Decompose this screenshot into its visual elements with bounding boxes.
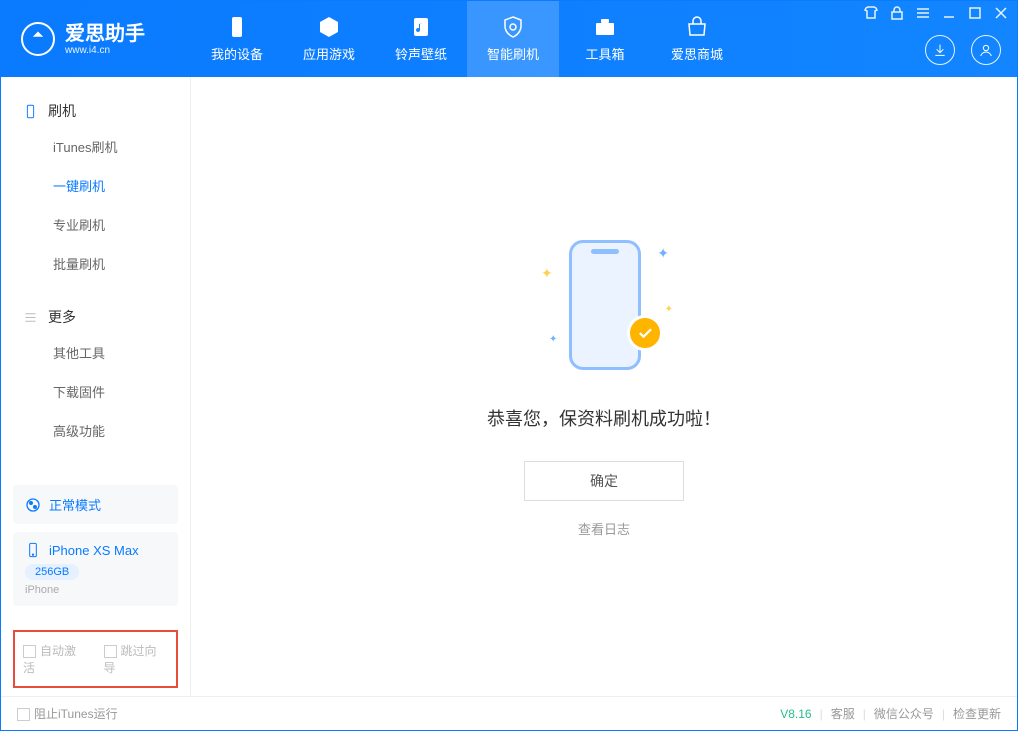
- checkbox-skip-guide[interactable]: 跳过向导: [104, 642, 169, 676]
- tab-label: 智能刷机: [487, 44, 539, 63]
- download-button[interactable]: [925, 35, 955, 65]
- toolbox-icon: [593, 15, 617, 39]
- tab-label: 爱思商城: [671, 44, 723, 63]
- app-site: www.i4.cn: [65, 45, 145, 56]
- checkbox-auto-activate[interactable]: 自动激活: [23, 642, 88, 676]
- phone-icon: [225, 15, 249, 39]
- sidebar-section-title: 更多: [48, 307, 76, 327]
- checkmark-badge-icon: [627, 315, 663, 351]
- device-name: iPhone XS Max: [49, 543, 139, 558]
- refresh-shield-icon: [501, 15, 525, 39]
- logo-area: 爱思助手 www.i4.cn: [1, 22, 191, 56]
- sidebar-item-oneclick-flash[interactable]: 一键刷机: [1, 166, 190, 205]
- header-right-buttons: [925, 35, 1001, 65]
- success-message: 恭喜您，保资料刷机成功啦！: [487, 405, 721, 431]
- tab-label: 我的设备: [211, 44, 263, 63]
- tab-label: 铃声壁纸: [395, 44, 447, 63]
- tab-label: 工具箱: [585, 44, 624, 63]
- sidebar-item-pro-flash[interactable]: 专业刷机: [1, 205, 190, 244]
- tshirt-icon[interactable]: [863, 5, 879, 21]
- app-window: 爱思助手 www.i4.cn 我的设备 应用游戏 铃声壁纸 智能刷机: [0, 0, 1018, 731]
- close-icon[interactable]: [993, 5, 1009, 21]
- sidebar-head-flash: 刷机: [1, 95, 190, 127]
- body: 刷机 iTunes刷机 一键刷机 专业刷机 批量刷机 更多 其他工具 下载固件 …: [1, 77, 1017, 696]
- tab-store[interactable]: 爱思商城: [651, 1, 743, 77]
- list-icon: [23, 310, 38, 325]
- sidebar-item-download-firmware[interactable]: 下载固件: [1, 372, 190, 411]
- link-support[interactable]: 客服: [831, 705, 855, 722]
- sidebar-section-more: 更多 其他工具 下载固件 高级功能: [1, 283, 190, 450]
- tab-apps-games[interactable]: 应用游戏: [283, 1, 375, 77]
- ok-button[interactable]: 确定: [524, 461, 684, 501]
- sparkle-icon: ✦: [657, 245, 669, 262]
- tab-smart-flash[interactable]: 智能刷机: [467, 1, 559, 77]
- tab-label: 应用游戏: [303, 44, 355, 63]
- tab-toolbox[interactable]: 工具箱: [559, 1, 651, 77]
- sidebar-item-advanced[interactable]: 高级功能: [1, 411, 190, 450]
- sidebar-item-batch-flash[interactable]: 批量刷机: [1, 244, 190, 283]
- sidebar-head-more: 更多: [1, 301, 190, 333]
- link-check-update[interactable]: 检查更新: [953, 705, 1001, 722]
- lock-icon[interactable]: [889, 5, 905, 21]
- menu-icon[interactable]: [915, 5, 931, 21]
- mode-label: 正常模式: [49, 495, 101, 514]
- tab-my-device[interactable]: 我的设备: [191, 1, 283, 77]
- top-tabs: 我的设备 应用游戏 铃声壁纸 智能刷机 工具箱 爱思商城: [191, 1, 743, 77]
- music-note-icon: [409, 15, 433, 39]
- success-illustration: ✦ ✦ ✦ ✦: [539, 235, 669, 375]
- sidebar: 刷机 iTunes刷机 一键刷机 专业刷机 批量刷机 更多 其他工具 下载固件 …: [1, 77, 191, 696]
- device-card[interactable]: iPhone XS Max 256GB iPhone: [13, 532, 178, 606]
- main-content: ✦ ✦ ✦ ✦ 恭喜您，保资料刷机成功啦！ 确定 查看日志: [191, 77, 1017, 696]
- checkbox-block-itunes[interactable]: 阻止iTunes运行: [17, 705, 118, 722]
- status-bar: 阻止iTunes运行 V8.16 | 客服 | 微信公众号 | 检查更新: [1, 696, 1017, 730]
- device-storage: 256GB: [25, 564, 79, 580]
- sidebar-section-flash: 刷机 iTunes刷机 一键刷机 专业刷机 批量刷机: [1, 77, 190, 283]
- app-name: 爱思助手: [65, 23, 145, 45]
- sidebar-section-title: 刷机: [48, 101, 76, 121]
- window-controls: [863, 5, 1009, 21]
- cube-icon: [317, 15, 341, 39]
- app-logo-icon: [21, 22, 55, 56]
- minimize-icon[interactable]: [941, 5, 957, 21]
- store-icon: [685, 15, 709, 39]
- bottom-options-highlight: 自动激活 跳过向导: [13, 630, 178, 688]
- sidebar-item-itunes-flash[interactable]: iTunes刷机: [1, 127, 190, 166]
- view-log-link[interactable]: 查看日志: [578, 519, 630, 538]
- device-phone-icon: [25, 542, 41, 558]
- sparkle-icon: ✦: [549, 334, 557, 345]
- phone-outline-icon: [23, 104, 38, 119]
- sidebar-item-other-tools[interactable]: 其他工具: [1, 333, 190, 372]
- sparkle-icon: ✦: [541, 265, 553, 282]
- device-cards: 正常模式 iPhone XS Max 256GB iPhone: [1, 477, 190, 622]
- tab-ringtones-wallpapers[interactable]: 铃声壁纸: [375, 1, 467, 77]
- link-wechat[interactable]: 微信公众号: [874, 705, 934, 722]
- version-label: V8.16: [780, 707, 811, 721]
- mode-card[interactable]: 正常模式: [13, 485, 178, 524]
- header: 爱思助手 www.i4.cn 我的设备 应用游戏 铃声壁纸 智能刷机: [1, 1, 1017, 77]
- maximize-icon[interactable]: [967, 5, 983, 21]
- mode-icon: [25, 497, 41, 513]
- sparkle-icon: ✦: [665, 304, 673, 315]
- phone-illustration-icon: [569, 240, 641, 370]
- device-type: iPhone: [25, 584, 166, 596]
- user-button[interactable]: [971, 35, 1001, 65]
